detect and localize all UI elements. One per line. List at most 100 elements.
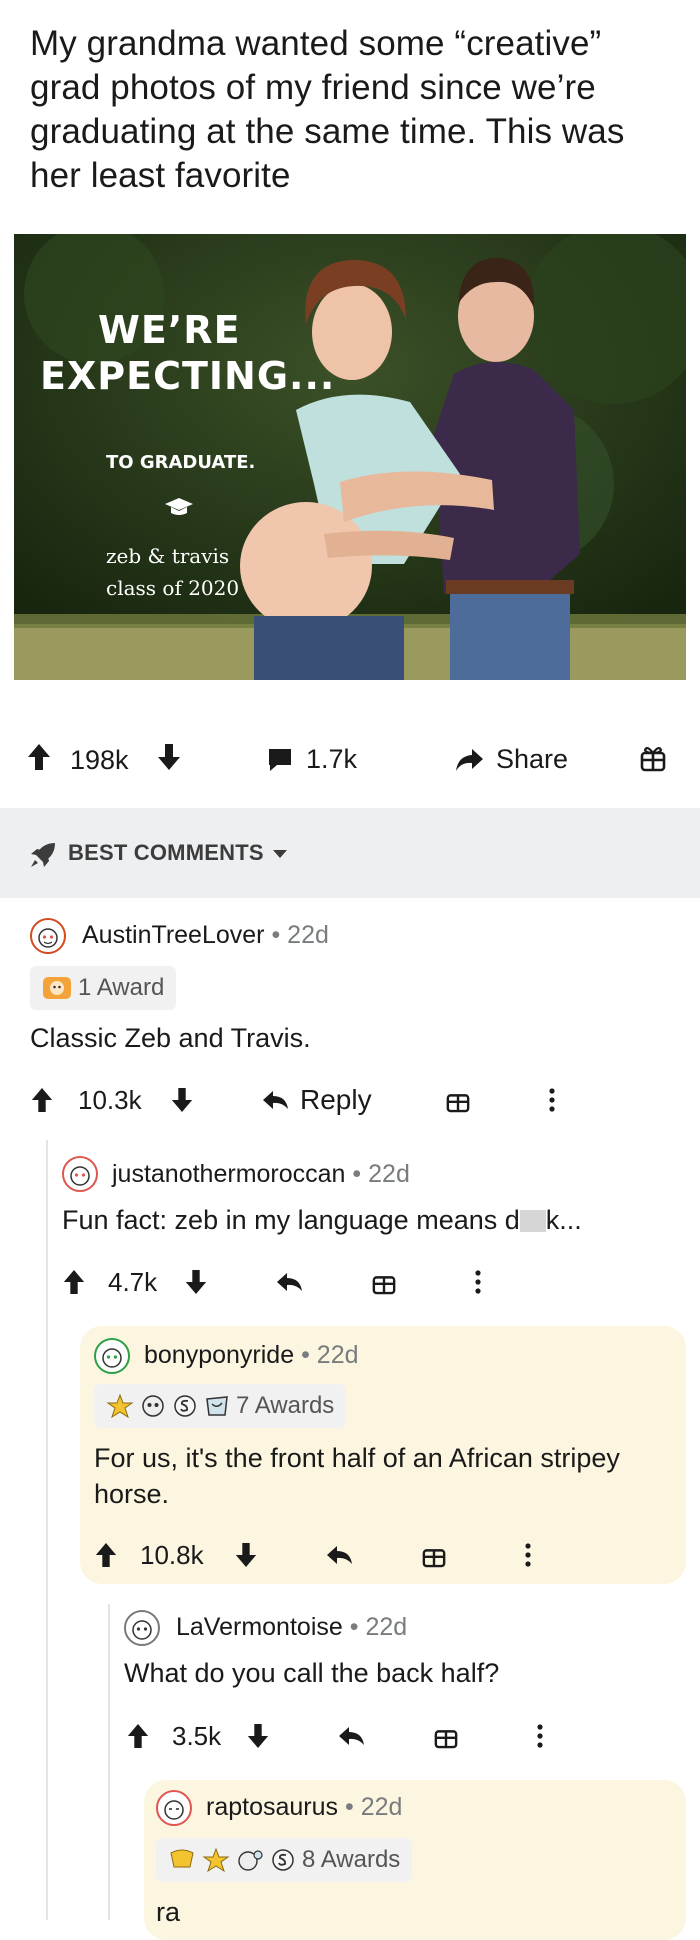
thread-line[interactable] bbox=[108, 1604, 110, 1920]
comment-score: 10.3k bbox=[78, 1084, 142, 1115]
award-button[interactable] bbox=[446, 1080, 470, 1120]
meta-separator: • bbox=[349, 1613, 359, 1641]
downvote-button[interactable] bbox=[246, 1716, 270, 1756]
share-button[interactable]: Share bbox=[454, 744, 568, 775]
upvote-icon bbox=[94, 1541, 118, 1569]
username-text[interactable]: AustinTreeLover bbox=[82, 921, 265, 949]
meta-separator: • bbox=[271, 921, 281, 949]
avatar[interactable] bbox=[156, 1790, 192, 1826]
username-text[interactable]: LaVermontoise bbox=[176, 1613, 343, 1641]
comment-body: Classic Zeb and Travis. bbox=[30, 1023, 311, 1053]
upvote-button[interactable] bbox=[94, 1535, 118, 1575]
comment-icon bbox=[266, 746, 294, 774]
image-subline: TO GRADUATE. bbox=[106, 452, 256, 473]
comment-action-bar: 10.3k Reply bbox=[0, 1080, 700, 1120]
comment-username[interactable]: AustinTreeLover • 22d bbox=[82, 921, 329, 950]
avatar[interactable] bbox=[30, 918, 66, 954]
downvote-button[interactable] bbox=[234, 1535, 258, 1575]
comment-age: 22d bbox=[316, 1341, 359, 1369]
comment-sort-bar[interactable]: BEST COMMENTS bbox=[0, 808, 700, 898]
award-button[interactable] bbox=[422, 1535, 446, 1575]
gift-icon bbox=[640, 744, 666, 772]
more-options-button[interactable] bbox=[524, 1535, 532, 1575]
comment-score: 4.7k bbox=[108, 1266, 158, 1297]
award-icon bbox=[140, 1393, 166, 1419]
award-pill[interactable]: 1 Award bbox=[30, 966, 177, 1010]
upvote-button[interactable] bbox=[30, 1080, 54, 1120]
image-headline-2: EXPECTING... bbox=[40, 354, 336, 398]
more-options-button[interactable] bbox=[548, 1080, 556, 1120]
image-headline-1: WE’RE bbox=[98, 308, 241, 352]
comment-score: 10.8k bbox=[140, 1539, 204, 1570]
award-button[interactable] bbox=[434, 1716, 458, 1756]
award-pill[interactable]: 8 Awards bbox=[156, 1838, 413, 1882]
award-pill[interactable]: 7 Awards bbox=[94, 1384, 347, 1428]
sort-label: BEST COMMENTS bbox=[68, 840, 264, 865]
username-text[interactable]: justanothermoroccan bbox=[112, 1160, 345, 1188]
downvote-icon bbox=[156, 742, 182, 772]
more-options-button[interactable] bbox=[536, 1716, 544, 1756]
graduation-cap-icon bbox=[164, 496, 194, 518]
username-text[interactable]: bonyponyride bbox=[144, 1341, 294, 1369]
reply-button[interactable] bbox=[338, 1716, 366, 1756]
comment-score: 3.5k bbox=[172, 1720, 222, 1751]
downvote-button[interactable] bbox=[184, 1262, 208, 1302]
upvote-button[interactable] bbox=[62, 1262, 86, 1302]
chevron-down-icon bbox=[272, 849, 288, 859]
comment-text-part: Fun fact: zeb in my language means d bbox=[62, 1205, 520, 1235]
upvote-icon bbox=[62, 1268, 86, 1296]
post-score: 198k bbox=[70, 744, 129, 775]
comment-body: Fun fact: zeb in my language means d k... bbox=[62, 1202, 582, 1238]
award-button[interactable] bbox=[372, 1262, 396, 1302]
avatar[interactable] bbox=[62, 1156, 98, 1192]
upvote-button[interactable] bbox=[126, 1716, 150, 1756]
censor-blur bbox=[519, 1210, 546, 1232]
downvote-icon bbox=[184, 1268, 208, 1296]
gift-icon bbox=[372, 1269, 396, 1295]
avatar[interactable] bbox=[124, 1610, 160, 1646]
more-icon bbox=[536, 1723, 544, 1749]
reply-icon bbox=[262, 1089, 290, 1111]
comment-username[interactable]: justanothermoroccan • 22d bbox=[112, 1160, 410, 1189]
thread-line[interactable] bbox=[46, 1140, 48, 1920]
comments-button[interactable]: 1.7k bbox=[266, 744, 357, 775]
comment-username[interactable]: bonyponyride • 22d bbox=[144, 1341, 359, 1370]
downvote-button[interactable] bbox=[170, 1080, 194, 1120]
more-options-button[interactable] bbox=[474, 1262, 482, 1302]
gift-icon bbox=[434, 1723, 458, 1749]
award-icon bbox=[172, 1393, 198, 1419]
award-icon bbox=[270, 1847, 296, 1873]
award-count: 7 Awards bbox=[236, 1392, 335, 1419]
more-icon bbox=[474, 1269, 482, 1295]
comment-age: 22d bbox=[365, 1613, 408, 1641]
comments-count: 1.7k bbox=[306, 744, 358, 774]
upvote-icon bbox=[126, 1722, 150, 1750]
comment-username[interactable]: LaVermontoise • 22d bbox=[176, 1613, 407, 1642]
share-icon bbox=[454, 747, 484, 773]
more-icon bbox=[524, 1542, 532, 1568]
post-action-bar: 198k 1.7k Share bbox=[0, 730, 700, 790]
reply-icon bbox=[326, 1544, 354, 1566]
username-text[interactable]: raptosaurus bbox=[206, 1793, 338, 1821]
upvote-button[interactable] bbox=[26, 742, 52, 772]
upvote-icon bbox=[26, 742, 52, 772]
comment-age: 22d bbox=[360, 1793, 403, 1821]
award-icon bbox=[106, 1393, 134, 1419]
award-button[interactable] bbox=[640, 744, 666, 772]
award-count: 1 Award bbox=[78, 974, 165, 1001]
downvote-button[interactable] bbox=[156, 742, 182, 772]
reply-button[interactable] bbox=[276, 1262, 304, 1302]
post-image[interactable]: WE’RE EXPECTING... TO GRADUATE. zeb & tr… bbox=[14, 234, 686, 680]
comment-action-bar: 3.5k bbox=[0, 1716, 700, 1756]
comment-username[interactable]: raptosaurus • 22d bbox=[206, 1793, 402, 1822]
award-icon bbox=[204, 1393, 230, 1419]
comment-body: For us, it's the front half of an Africa… bbox=[94, 1443, 620, 1509]
comment-body: ra bbox=[156, 1897, 181, 1927]
gift-icon bbox=[446, 1087, 470, 1113]
reply-button[interactable] bbox=[326, 1535, 354, 1575]
reply-button[interactable]: Reply bbox=[262, 1080, 372, 1120]
award-icon bbox=[236, 1847, 264, 1873]
avatar[interactable] bbox=[94, 1338, 130, 1374]
image-class: class of 2020 bbox=[106, 576, 240, 600]
meta-separator: • bbox=[301, 1341, 310, 1369]
